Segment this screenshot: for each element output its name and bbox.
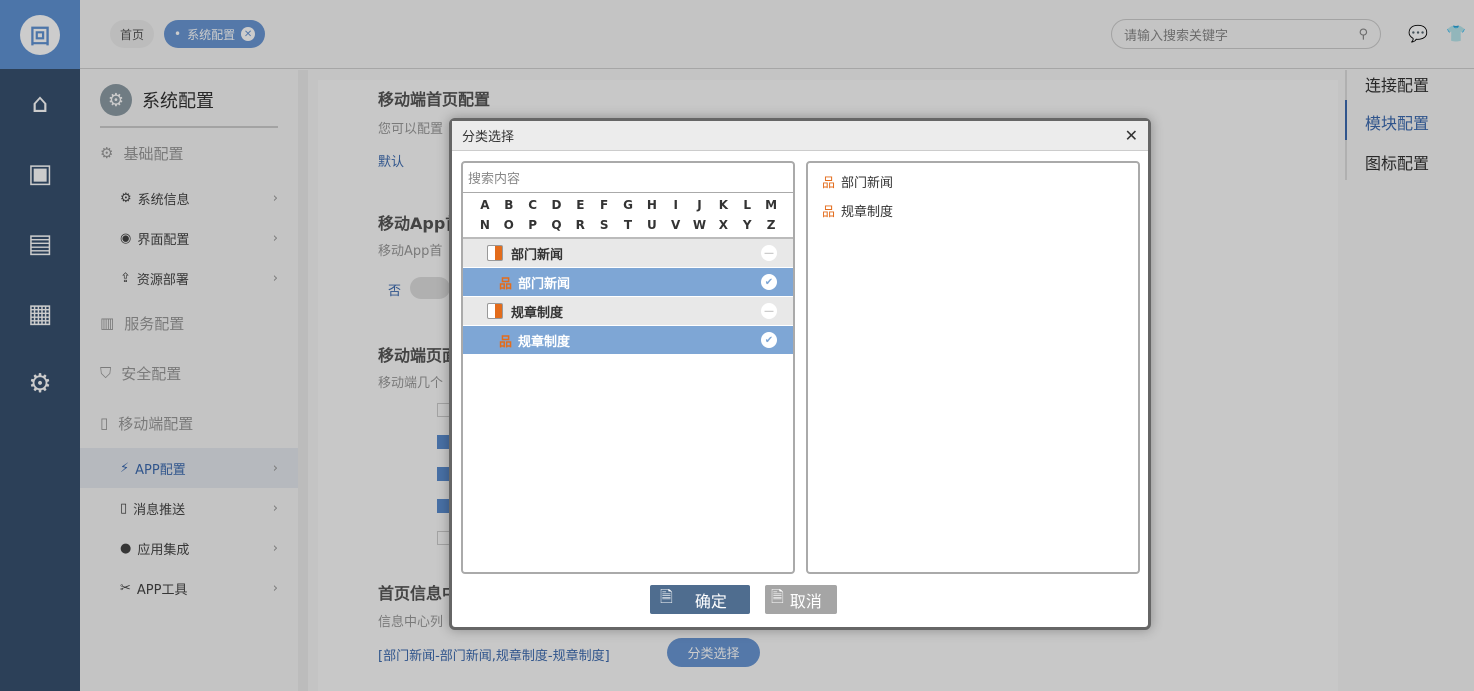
letter-filter[interactable]: I [664,195,688,215]
tree-group[interactable]: 规章制度 — [463,297,793,326]
file-x-icon: 🗎 [771,587,784,606]
letter-filter[interactable]: R [568,215,592,235]
letter-filter[interactable]: A [473,195,497,215]
item-label: 规章制度 [841,205,894,220]
org-tree-icon: 品 [822,205,836,220]
selected-item[interactable]: 品部门新闻 [822,167,1124,196]
search-content-input[interactable]: 搜索内容 [463,163,793,193]
letter-filter[interactable]: U [640,215,664,235]
letter-filter[interactable]: L [735,195,759,215]
letter-filter[interactable]: X [711,215,735,235]
letter-filter[interactable]: Z [759,215,783,235]
letter-filter[interactable]: C [521,195,545,215]
dialog-title: 分类选择 [462,130,515,145]
item-label: 规章制度 [518,334,571,350]
confirm-button[interactable]: 🗎 确定 [650,585,750,614]
minus-circle-icon[interactable]: — [761,245,777,261]
group-label: 部门新闻 [511,247,564,263]
letter-filter[interactable]: V [664,215,688,235]
check-circle-icon[interactable]: ✔ [761,332,777,348]
cancel-label: 取消 [789,591,822,611]
letter-filter[interactable]: B [497,195,521,215]
letter-filter[interactable]: P [521,215,545,235]
search-placeholder: 搜索内容 [468,172,521,187]
tree-item[interactable]: 品部门新闻 ✔ [463,268,793,297]
org-tree-icon: 品 [499,276,513,292]
category-group-icon [487,245,503,261]
tree-group[interactable]: 部门新闻 — [463,239,793,268]
tree-item[interactable]: 品规章制度 ✔ [463,326,793,355]
selected-panel: 品部门新闻 品规章制度 [806,161,1140,574]
letter-filter[interactable]: S [592,215,616,235]
close-icon[interactable]: ✕ [1125,126,1138,145]
letter-filter[interactable]: Q [545,215,569,235]
group-label: 规章制度 [511,305,564,321]
letter-filter[interactable]: O [497,215,521,235]
item-label: 部门新闻 [841,176,894,191]
org-tree-icon: 品 [499,334,513,350]
minus-circle-icon[interactable]: — [761,303,777,319]
letter-filter[interactable]: K [711,195,735,215]
letter-filter[interactable]: F [592,195,616,215]
org-tree-icon: 品 [822,176,836,191]
letter-filter[interactable]: G [616,195,640,215]
source-panel: 搜索内容 ABCDEFGHIJKLMNOPQRSTUVWXYZ 部门新闻 — 品部… [461,161,795,574]
letter-filter[interactable]: J [688,195,712,215]
letter-filter[interactable]: N [473,215,497,235]
category-select-dialog: 分类选择 ✕ 搜索内容 ABCDEFGHIJKLM NOPQRSTUVWXYZ 部门… [449,118,1151,630]
letter-filter[interactable]: H [640,195,664,215]
letter-filter[interactable]: E [568,195,592,215]
confirm-label: 确定 [694,591,727,611]
check-circle-icon[interactable]: ✔ [761,274,777,290]
category-group-icon [487,303,503,319]
letter-filter[interactable]: T [616,215,640,235]
letter-filter[interactable]: Y [735,215,759,235]
item-label: 部门新闻 [518,276,571,292]
letter-filter[interactable]: W [688,215,712,235]
letter-filter[interactable]: M [759,195,783,215]
letter-filter[interactable]: D [545,195,569,215]
alphabet-filter: ABCDEFGHIJKLM NOPQRSTUVWXYZ [463,193,793,239]
file-check-icon: 🗎 [660,587,673,606]
cancel-button[interactable]: 🗎 取消 [765,585,837,614]
selected-item[interactable]: 品规章制度 [822,196,1124,225]
